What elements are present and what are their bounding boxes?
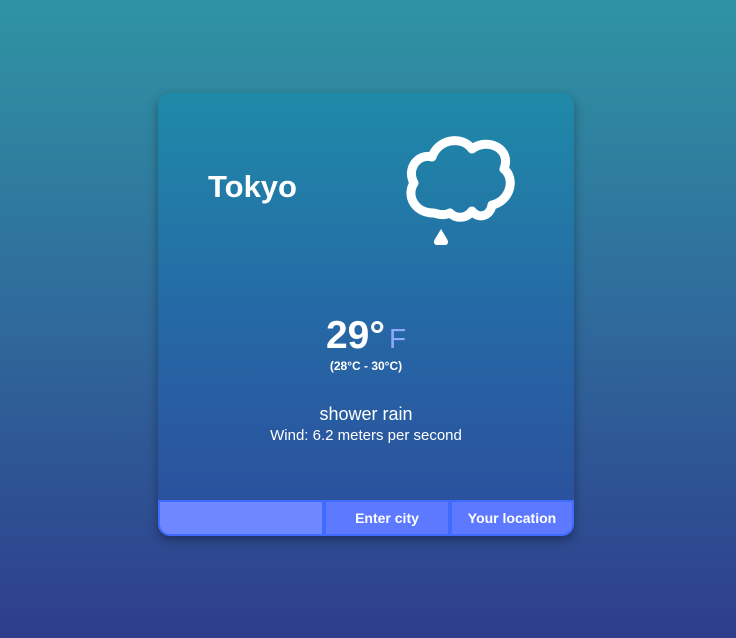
controls-bar: Enter city Your location — [158, 500, 574, 536]
weather-description: shower rain — [319, 404, 413, 424]
city-name: Tokyo — [208, 169, 297, 204]
temperature-value: 29° — [325, 314, 385, 357]
temperature-display: 29° F — [158, 313, 574, 362]
your-location-button[interactable]: Your location — [450, 500, 574, 536]
enter-city-button[interactable]: Enter city — [324, 500, 450, 536]
wind-info: Wind: 6.2 meters per second — [270, 427, 462, 444]
weather-card: Tokyo 29° F (28°C - 30°C) shower rain Win… — [158, 93, 574, 536]
temperature-range: (28°C - 30°C) — [329, 359, 403, 373]
city-input[interactable] — [158, 500, 324, 536]
temperature-unit: F — [388, 323, 407, 354]
shower-rain-icon — [406, 136, 515, 245]
